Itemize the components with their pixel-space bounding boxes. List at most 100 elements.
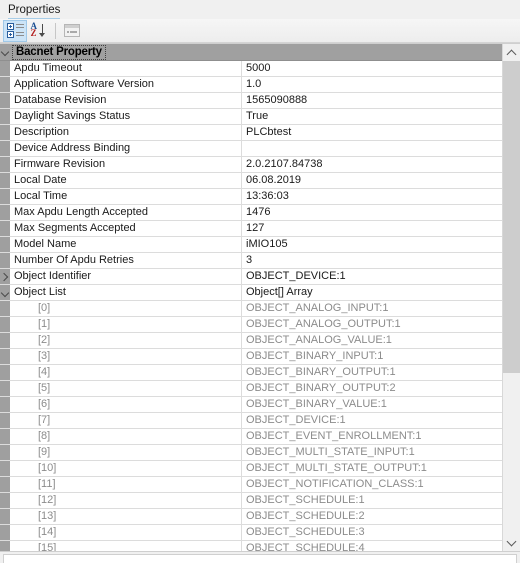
property-value-cell[interactable]: OBJECT_SCHEDULE:3 (242, 525, 502, 540)
property-name-cell[interactable]: [9] (10, 445, 242, 460)
property-name-cell[interactable]: [5] (10, 381, 242, 396)
property-row[interactable]: [7] OBJECT_DEVICE:1 (0, 413, 502, 429)
property-value-cell[interactable]: OBJECT_SCHEDULE:4 (242, 541, 502, 551)
property-value-cell[interactable]: OBJECT_ANALOG_VALUE:1 (242, 333, 502, 348)
property-name-cell[interactable]: [3] (10, 349, 242, 364)
property-row[interactable]: [1] OBJECT_ANALOG_OUTPUT:1 (0, 317, 502, 333)
category-expander[interactable] (0, 44, 10, 60)
property-name-cell[interactable]: Firmware Revision (10, 157, 242, 172)
property-value-cell[interactable]: OBJECT_SCHEDULE:2 (242, 509, 502, 524)
property-value-cell[interactable]: OBJECT_MULTI_STATE_INPUT:1 (242, 445, 502, 460)
property-row[interactable]: Number Of Apdu Retries 3 (0, 253, 502, 269)
property-row[interactable]: Daylight Savings Status True (0, 109, 502, 125)
property-value-cell[interactable]: OBJECT_SCHEDULE:1 (242, 493, 502, 508)
property-name-cell[interactable]: [13] (10, 509, 242, 524)
property-row[interactable]: [14] OBJECT_SCHEDULE:3 (0, 525, 502, 541)
property-value-cell[interactable]: OBJECT_DEVICE:1 (242, 269, 502, 284)
property-row[interactable]: Apdu Timeout 5000 (0, 61, 502, 77)
property-value-cell[interactable]: OBJECT_EVENT_ENROLLMENT:1 (242, 429, 502, 444)
property-name-cell[interactable]: Description (10, 125, 242, 140)
property-name-cell[interactable]: Apdu Timeout (10, 61, 242, 76)
property-value-cell[interactable]: True (242, 109, 502, 124)
property-row[interactable]: [13] OBJECT_SCHEDULE:2 (0, 509, 502, 525)
property-name-cell[interactable]: Application Software Version (10, 77, 242, 92)
property-value-cell[interactable]: OBJECT_ANALOG_OUTPUT:1 (242, 317, 502, 332)
property-name-cell[interactable]: Model Name (10, 237, 242, 252)
property-row[interactable]: [0] OBJECT_ANALOG_INPUT:1 (0, 301, 502, 317)
property-name-cell[interactable]: Database Revision (10, 93, 242, 108)
property-name-cell[interactable]: Object Identifier (10, 269, 242, 284)
property-row[interactable]: Local Date 06.08.2019 (0, 173, 502, 189)
property-row[interactable]: [4] OBJECT_BINARY_OUTPUT:1 (0, 365, 502, 381)
property-pages-button[interactable] (60, 20, 84, 42)
property-row[interactable]: [2] OBJECT_ANALOG_VALUE:1 (0, 333, 502, 349)
property-value-cell[interactable]: Object[] Array (242, 285, 502, 300)
property-value-cell[interactable]: 1.0 (242, 77, 502, 92)
property-name-cell[interactable]: [8] (10, 429, 242, 444)
property-name-cell[interactable]: [7] (10, 413, 242, 428)
property-row[interactable]: Model Name iMIO105 (0, 237, 502, 253)
property-value-cell[interactable]: OBJECT_NOTIFICATION_CLASS:1 (242, 477, 502, 492)
property-name-cell[interactable]: [1] (10, 317, 242, 332)
vertical-scrollbar[interactable] (502, 44, 520, 551)
property-row[interactable]: Object List Object[] Array (0, 285, 502, 301)
property-row[interactable]: Object Identifier OBJECT_DEVICE:1 (0, 269, 502, 285)
property-value-cell[interactable]: OBJECT_BINARY_OUTPUT:2 (242, 381, 502, 396)
property-name-cell[interactable]: Local Date (10, 173, 242, 188)
property-row[interactable]: [11] OBJECT_NOTIFICATION_CLASS:1 (0, 477, 502, 493)
scroll-down-button[interactable] (503, 534, 520, 551)
alphabetical-sort-button[interactable]: A Z (27, 20, 51, 42)
property-row[interactable]: Device Address Binding (0, 141, 502, 157)
property-name-cell[interactable]: Number Of Apdu Retries (10, 253, 242, 268)
property-name-cell[interactable]: [15] (10, 541, 242, 551)
property-value-cell[interactable]: iMIO105 (242, 237, 502, 252)
row-expander[interactable] (0, 269, 10, 284)
property-row[interactable]: Application Software Version 1.0 (0, 77, 502, 93)
property-row[interactable]: Database Revision 1565090888 (0, 93, 502, 109)
property-value-cell[interactable]: 13:36:03 (242, 189, 502, 204)
property-value-cell[interactable]: 127 (242, 221, 502, 236)
property-row[interactable]: Max Apdu Length Accepted 1476 (0, 205, 502, 221)
scrollbar-track[interactable] (503, 61, 520, 534)
property-value-cell[interactable]: OBJECT_BINARY_VALUE:1 (242, 397, 502, 412)
property-name-cell[interactable]: [0] (10, 301, 242, 316)
property-row[interactable]: [15] OBJECT_SCHEDULE:4 (0, 541, 502, 551)
property-name-cell[interactable]: [11] (10, 477, 242, 492)
property-name-cell[interactable]: [6] (10, 397, 242, 412)
property-value-cell[interactable]: OBJECT_BINARY_OUTPUT:1 (242, 365, 502, 380)
property-row[interactable]: [3] OBJECT_BINARY_INPUT:1 (0, 349, 502, 365)
property-name-cell[interactable]: [12] (10, 493, 242, 508)
scroll-up-button[interactable] (503, 44, 520, 61)
property-value-cell[interactable]: 1476 (242, 205, 502, 220)
property-row[interactable]: Local Time 13:36:03 (0, 189, 502, 205)
property-row[interactable]: [5] OBJECT_BINARY_OUTPUT:2 (0, 381, 502, 397)
scrollbar-thumb[interactable] (503, 61, 520, 374)
property-value-cell[interactable]: 5000 (242, 61, 502, 76)
property-value-cell[interactable]: 3 (242, 253, 502, 268)
property-value-cell[interactable]: 1565090888 (242, 93, 502, 108)
property-value-cell[interactable]: OBJECT_ANALOG_INPUT:1 (242, 301, 502, 316)
property-name-cell[interactable]: [10] (10, 461, 242, 476)
property-value-cell[interactable]: OBJECT_BINARY_INPUT:1 (242, 349, 502, 364)
property-row[interactable]: [6] OBJECT_BINARY_VALUE:1 (0, 397, 502, 413)
property-name-cell[interactable]: Device Address Binding (10, 141, 242, 156)
property-row[interactable]: Max Segments Accepted 127 (0, 221, 502, 237)
property-row[interactable]: [8] OBJECT_EVENT_ENROLLMENT:1 (0, 429, 502, 445)
property-row[interactable]: Firmware Revision 2.0.2107.84738 (0, 157, 502, 173)
category-header-row[interactable]: Bacnet Property (0, 44, 502, 61)
property-name-cell[interactable]: Local Time (10, 189, 242, 204)
property-row[interactable]: Description PLCbtest (0, 125, 502, 141)
property-name-cell[interactable]: Max Apdu Length Accepted (10, 205, 242, 220)
property-row[interactable]: [9] OBJECT_MULTI_STATE_INPUT:1 (0, 445, 502, 461)
property-value-cell[interactable]: OBJECT_MULTI_STATE_OUTPUT:1 (242, 461, 502, 476)
property-row[interactable]: [10] OBJECT_MULTI_STATE_OUTPUT:1 (0, 461, 502, 477)
categorized-view-button[interactable] (3, 19, 27, 42)
property-name-cell[interactable]: [4] (10, 365, 242, 380)
row-expander[interactable] (0, 285, 10, 300)
property-name-cell[interactable]: Max Segments Accepted (10, 221, 242, 236)
property-row[interactable]: [12] OBJECT_SCHEDULE:1 (0, 493, 502, 509)
property-value-cell[interactable]: PLCbtest (242, 125, 502, 140)
property-name-cell[interactable]: Daylight Savings Status (10, 109, 242, 124)
property-value-cell[interactable]: 06.08.2019 (242, 173, 502, 188)
property-value-cell[interactable]: OBJECT_DEVICE:1 (242, 413, 502, 428)
